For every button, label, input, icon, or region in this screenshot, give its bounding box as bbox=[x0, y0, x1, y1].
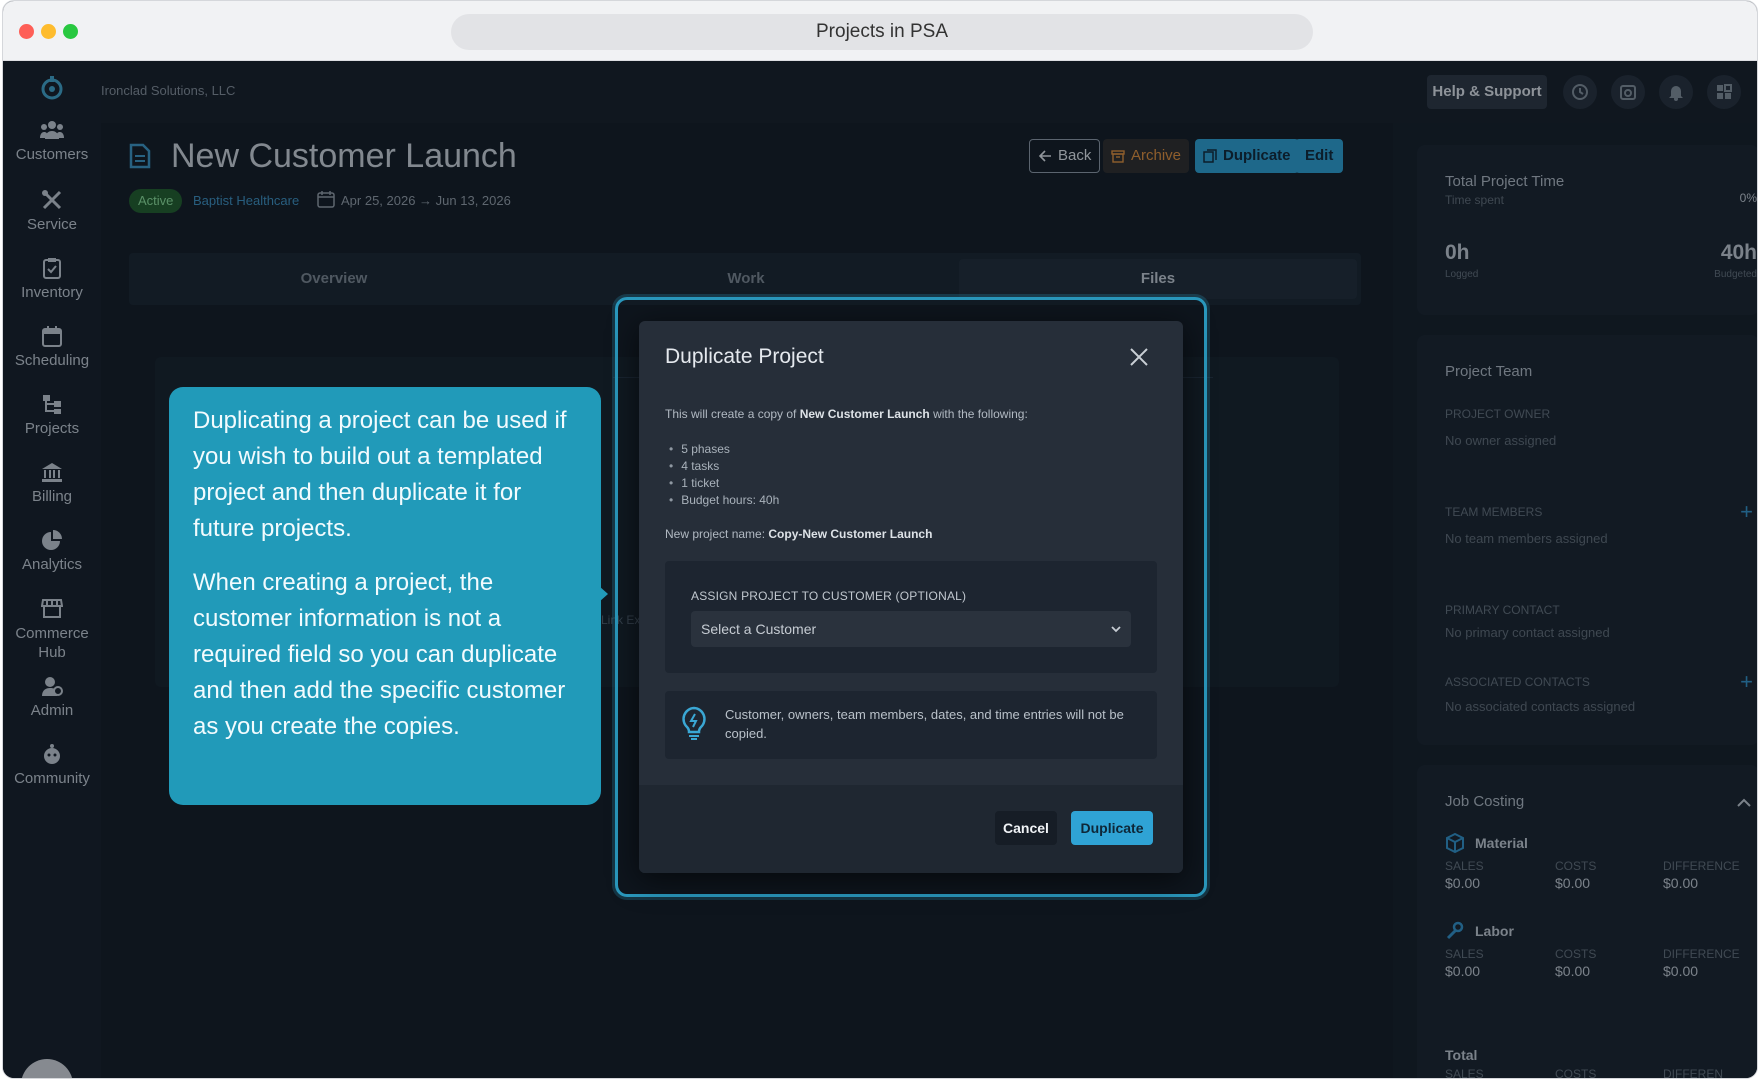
list-item: 4 tasks bbox=[665, 458, 779, 475]
new-project-name: New project name: Copy-New Customer Laun… bbox=[665, 527, 932, 541]
browser-chrome: Projects in PSA bbox=[3, 1, 1757, 61]
name-prefix: New project name: bbox=[665, 527, 769, 541]
minimize-window-icon[interactable] bbox=[41, 24, 56, 39]
select-value: Select a Customer bbox=[701, 621, 817, 637]
tooltip-pointer bbox=[599, 586, 608, 602]
copy-items-list: 5 phases 4 tasks 1 ticket Budget hours: … bbox=[665, 441, 779, 509]
address-bar[interactable]: Projects in PSA bbox=[451, 14, 1313, 50]
chevron-down-icon bbox=[1111, 626, 1121, 633]
modal-description: This will create a copy of New Customer … bbox=[665, 407, 1028, 421]
desc-project: New Customer Launch bbox=[799, 407, 930, 421]
lightbulb-icon bbox=[682, 706, 706, 740]
modal-footer: Cancel Duplicate bbox=[639, 785, 1183, 873]
tooltip-paragraph-1: Duplicating a project can be used if you… bbox=[193, 407, 567, 542]
desc-suffix: with the following: bbox=[929, 407, 1028, 421]
modal-title: Duplicate Project bbox=[665, 345, 824, 368]
browser-window: Projects in PSA Customers Service Invent… bbox=[2, 0, 1758, 1079]
tooltip-paragraph-2: When creating a project, the customer in… bbox=[193, 569, 566, 740]
close-icon[interactable] bbox=[1129, 347, 1149, 367]
list-item: Budget hours: 40h bbox=[665, 492, 779, 509]
assign-customer-label: ASSIGN PROJECT TO CUSTOMER (OPTIONAL) bbox=[691, 589, 967, 603]
duplicate-project-modal: Duplicate Project This will create a cop… bbox=[639, 321, 1183, 873]
confirm-duplicate-button[interactable]: Duplicate bbox=[1071, 811, 1153, 845]
cancel-button[interactable]: Cancel bbox=[995, 811, 1057, 845]
info-note: Customer, owners, team members, dates, a… bbox=[665, 691, 1157, 759]
list-item: 5 phases bbox=[665, 441, 779, 458]
note-text: Customer, owners, team members, dates, a… bbox=[725, 707, 1124, 741]
walkthrough-tooltip: Duplicating a project can be used if you… bbox=[169, 387, 601, 805]
desc-prefix: This will create a copy of bbox=[665, 407, 800, 421]
list-item: 1 ticket bbox=[665, 475, 779, 492]
customer-select[interactable]: Select a Customer bbox=[691, 611, 1131, 647]
close-window-icon[interactable] bbox=[19, 24, 34, 39]
maximize-window-icon[interactable] bbox=[63, 24, 78, 39]
assign-customer-section: ASSIGN PROJECT TO CUSTOMER (OPTIONAL) Se… bbox=[665, 561, 1157, 673]
name-value: Copy-New Customer Launch bbox=[768, 527, 933, 541]
